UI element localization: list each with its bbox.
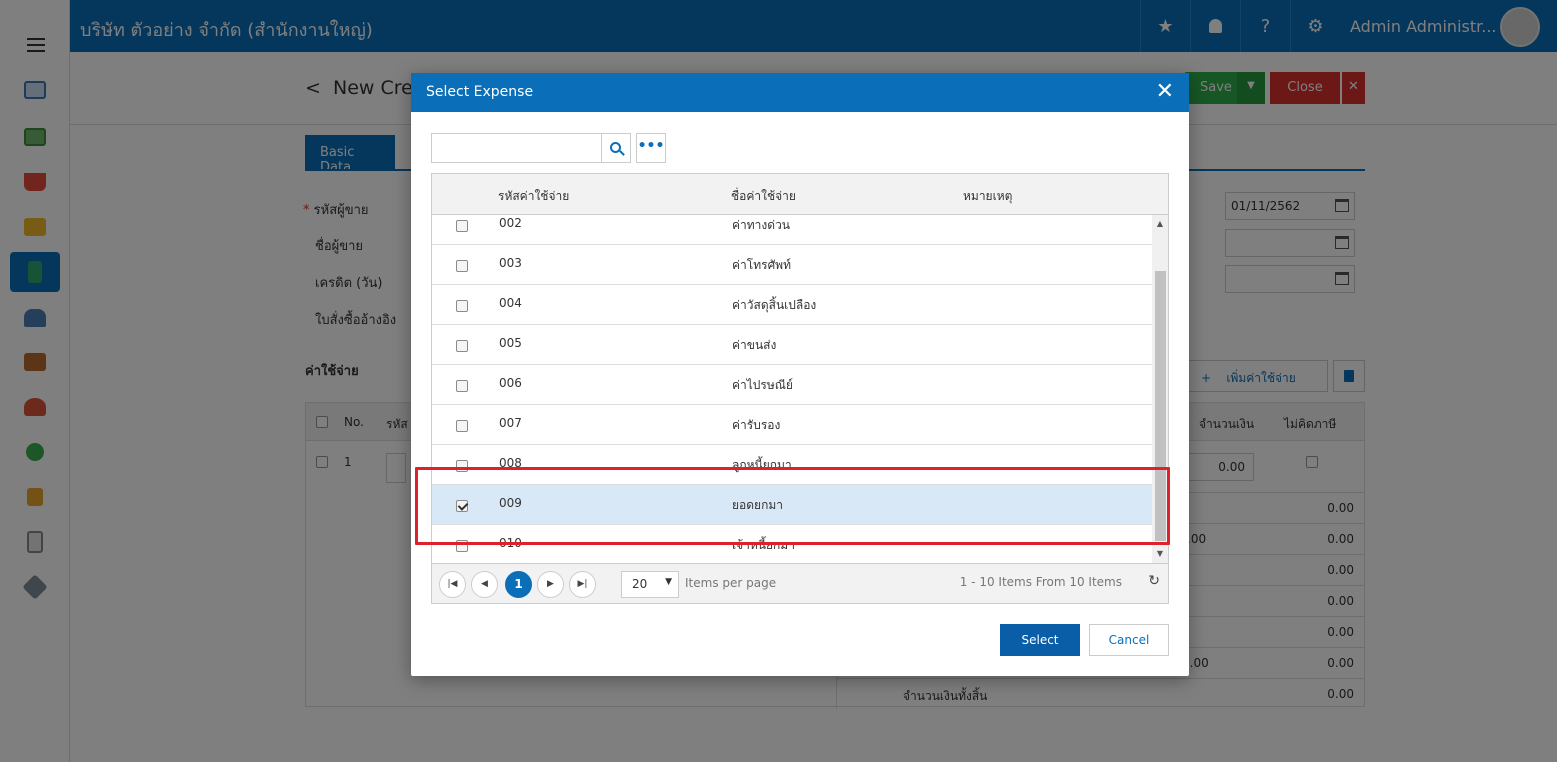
cell-name: ค่าทางด่วน [732, 218, 791, 232]
search-icon [609, 141, 621, 153]
col-expense-name[interactable]: ชื่อค่าใช้จ่าย [731, 187, 796, 206]
cell-code: 007 [499, 416, 522, 430]
scroll-up-icon[interactable]: ▲ [1152, 217, 1168, 231]
table-row[interactable]: 007 ค่ารับรอง [432, 405, 1152, 445]
page-1-button[interactable]: 1 [505, 571, 532, 598]
table-row[interactable]: 002 ค่าทางด่วน [432, 215, 1152, 245]
dialog-close-icon[interactable]: ✕ [1156, 79, 1174, 105]
next-page-button[interactable]: ▶ [537, 571, 564, 598]
table-row[interactable]: 005 ค่าขนส่ง [432, 325, 1152, 365]
scroll-down-icon[interactable]: ▼ [1152, 547, 1168, 561]
col-expense-code[interactable]: รหัสค่าใช้จ่าย [498, 187, 569, 206]
col-note[interactable]: หมายเหตุ [963, 187, 1012, 206]
search-button[interactable] [601, 133, 631, 163]
per-page-label: Items per page [685, 576, 777, 590]
cell-name: ค่าวัสดุสิ้นเปลือง [732, 298, 817, 312]
last-page-icon: ▶| [577, 579, 588, 589]
dialog-title: Select Expense [426, 84, 534, 100]
search-input[interactable] [431, 133, 602, 163]
cell-code: 004 [499, 296, 522, 310]
select-expense-dialog: Select Expense ✕ ••• รหัสค่าใช้จ่าย ชื่อ… [411, 73, 1189, 676]
cancel-button[interactable]: Cancel [1089, 624, 1169, 656]
select-button[interactable]: Select [1000, 624, 1080, 656]
cell-name: ค่ารับรอง [732, 418, 781, 432]
cell-name: ค่าโทรศัพท์ [732, 258, 792, 272]
pager: |◀ ◀ 1 ▶ ▶| 20 ▼ Items per page 1 - 10 It… [432, 563, 1168, 603]
table-row[interactable]: 003 ค่าโทรศัพท์ [432, 245, 1152, 285]
cell-code: 005 [499, 336, 522, 350]
cell-name: ค่าไปรษณีย์ [732, 378, 793, 392]
more-options-button[interactable]: ••• [636, 133, 666, 163]
row-checkbox[interactable] [456, 340, 468, 352]
cell-code: 002 [499, 216, 522, 230]
table-row[interactable]: 006 ค่าไปรษณีย์ [432, 365, 1152, 405]
row-checkbox[interactable] [456, 220, 468, 232]
next-page-icon: ▶ [547, 579, 554, 589]
first-page-icon: |◀ [447, 579, 458, 589]
prev-page-button[interactable]: ◀ [471, 571, 498, 598]
refresh-icon[interactable]: ↻ [1148, 573, 1160, 589]
first-page-button[interactable]: |◀ [439, 571, 466, 598]
row-checkbox[interactable] [456, 260, 468, 272]
row-checkbox[interactable] [456, 300, 468, 312]
dialog-header: Select Expense ✕ [411, 73, 1189, 112]
last-page-button[interactable]: ▶| [569, 571, 596, 598]
cell-code: 003 [499, 256, 522, 270]
page-size-select[interactable]: 20 ▼ [621, 571, 679, 598]
caret-down-icon: ▼ [665, 577, 672, 587]
grid-header: รหัสค่าใช้จ่าย ชื่อค่าใช้จ่าย หมายเหตุ [432, 174, 1168, 215]
cell-name: ค่าขนส่ง [732, 338, 777, 352]
items-count: 1 - 10 Items From 10 Items [959, 575, 1122, 589]
row-checkbox[interactable] [456, 420, 468, 432]
prev-page-icon: ◀ [481, 579, 488, 589]
highlight-annotation [415, 467, 1170, 545]
row-checkbox[interactable] [456, 380, 468, 392]
cell-code: 006 [499, 376, 522, 390]
table-row[interactable]: 004 ค่าวัสดุสิ้นเปลือง [432, 285, 1152, 325]
